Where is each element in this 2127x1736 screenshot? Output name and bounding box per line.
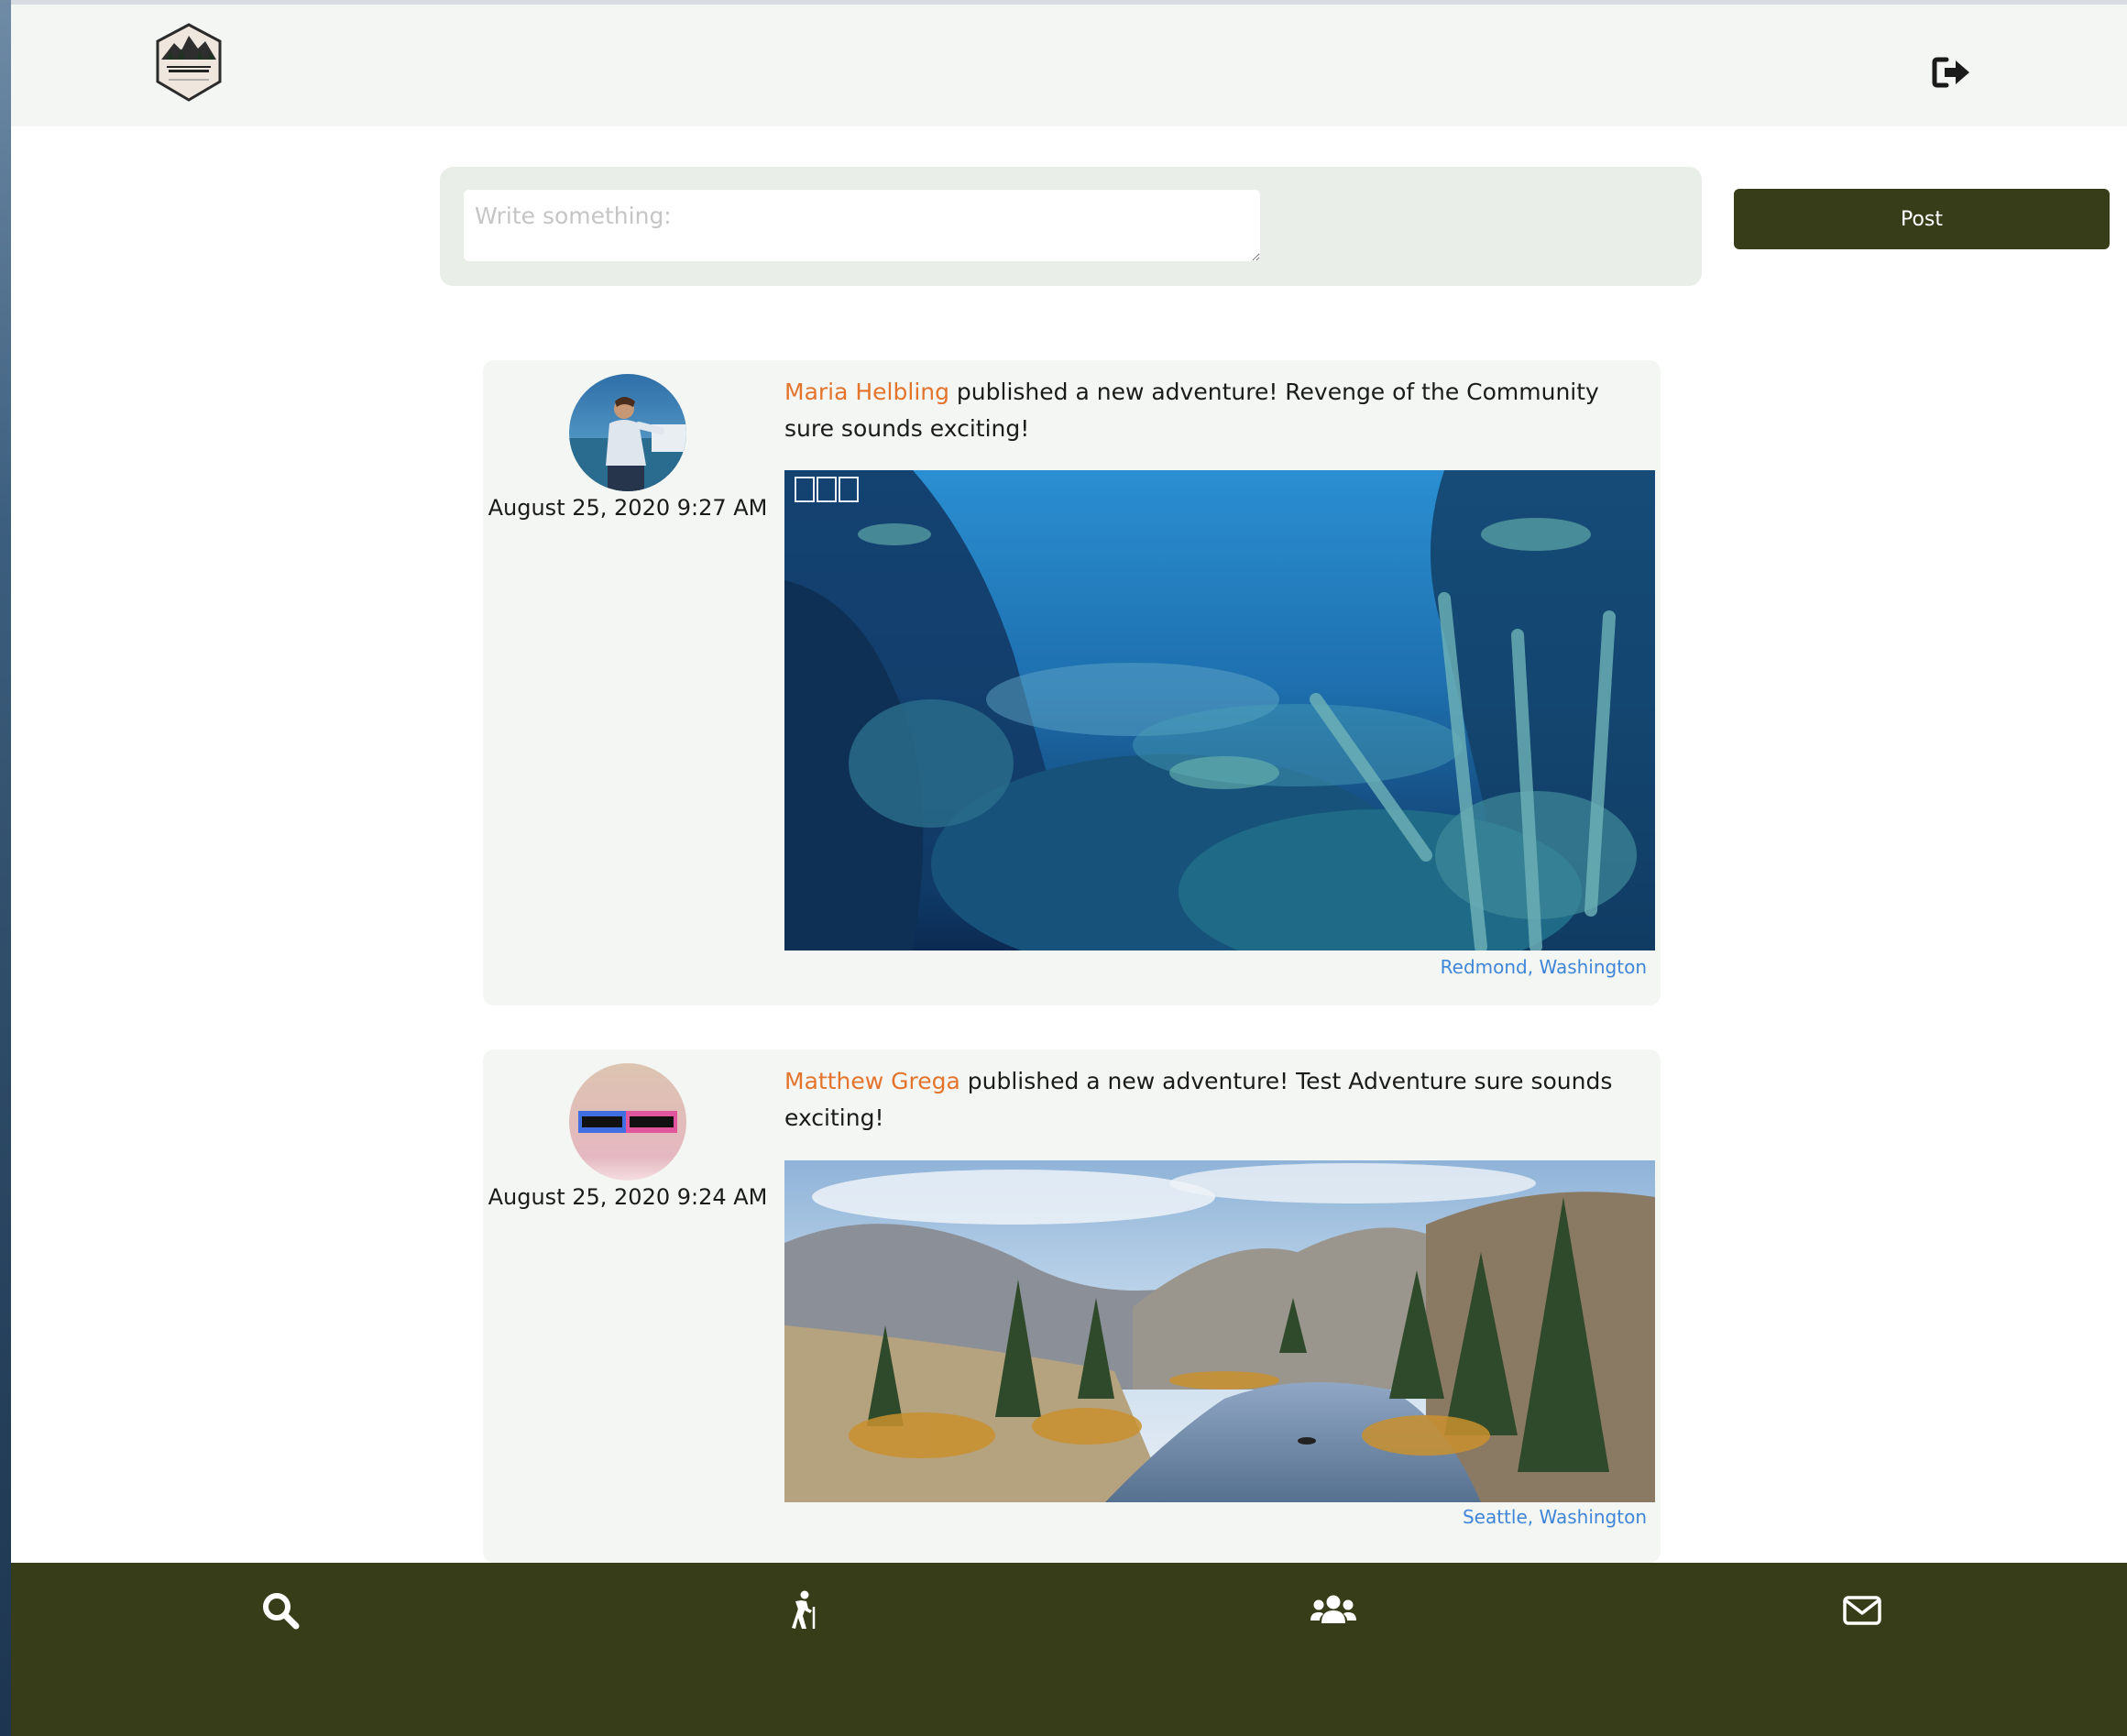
author-link[interactable]: Maria Helbling (784, 379, 949, 405)
author-link[interactable]: Matthew Grega (784, 1068, 960, 1094)
author-avatar[interactable] (569, 1063, 686, 1181)
browser-window: Post August (11, 0, 2127, 1736)
hiker-icon (786, 1590, 819, 1634)
nav-adventures[interactable] (777, 1587, 828, 1638)
post-message: Maria Helbling published a new adventure… (784, 374, 1637, 447)
top-header (11, 5, 2127, 126)
users-icon (1310, 1592, 1357, 1632)
desktop-background (0, 0, 11, 1736)
logout-button[interactable] (1932, 56, 1976, 93)
post-button[interactable]: Post (1734, 189, 2110, 249)
nav-search[interactable] (255, 1587, 306, 1638)
post-timestamp: August 25, 2020 9:27 AM (488, 495, 768, 521)
nav-messages[interactable] (1836, 1587, 1888, 1638)
feed-card: August 25, 2020 9:24 AM Matthew Grega pu… (483, 1049, 1661, 1563)
post-timestamp: August 25, 2020 9:24 AM (488, 1184, 768, 1210)
nav-community[interactable] (1308, 1587, 1359, 1638)
post-image[interactable] (784, 1160, 1655, 1502)
guideme-logo[interactable] (156, 23, 222, 102)
post-message: Matthew Grega published a new adventure!… (784, 1063, 1637, 1137)
post-location-link[interactable]: Redmond, Washington (1097, 956, 1647, 978)
envelope-icon (1842, 1594, 1882, 1631)
post-image[interactable] (784, 470, 1655, 950)
sign-out-icon (1932, 57, 1972, 93)
post-location-link[interactable]: Seattle, Washington (1097, 1506, 1647, 1528)
author-avatar[interactable] (569, 374, 686, 491)
post-input[interactable] (464, 190, 1260, 261)
bottom-nav (11, 1563, 2127, 1736)
search-icon (260, 1590, 301, 1634)
feed-card: August 25, 2020 9:27 AM Maria Helbling p… (483, 360, 1661, 1005)
post-composer: Post (440, 167, 2110, 286)
